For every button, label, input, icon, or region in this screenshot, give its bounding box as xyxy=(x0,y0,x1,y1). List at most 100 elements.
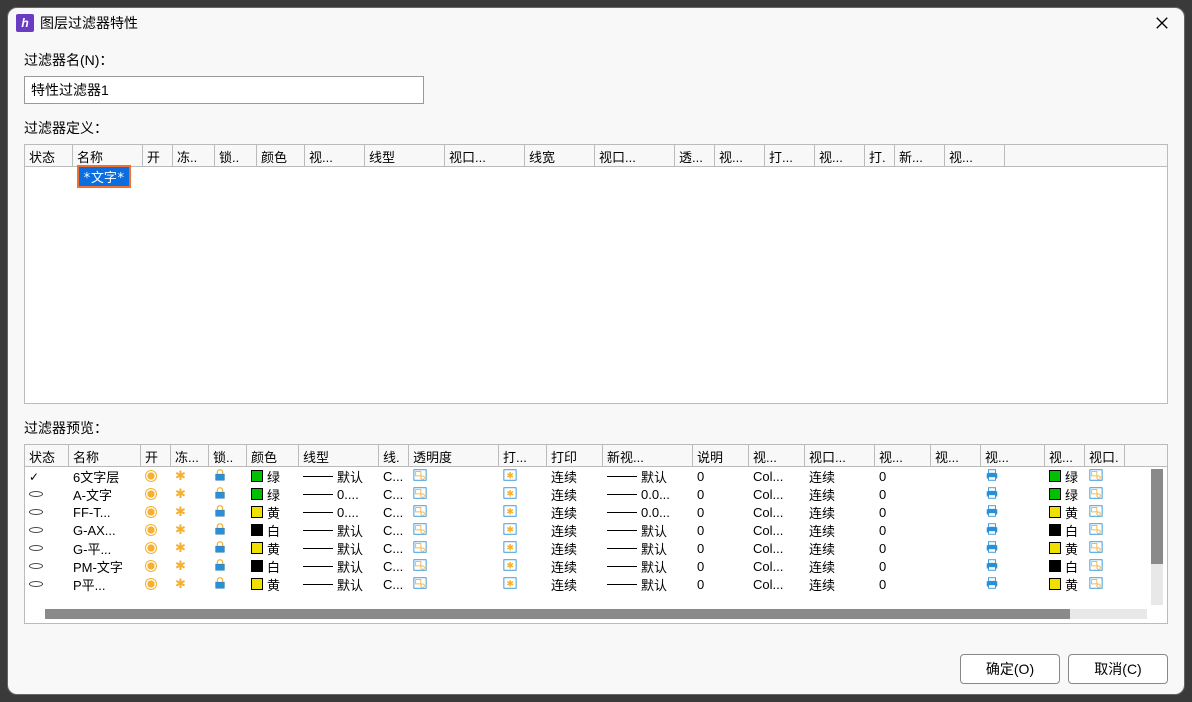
svg-text:✱: ✱ xyxy=(506,542,513,552)
def-name-cell[interactable]: *文字* xyxy=(77,165,131,188)
viewport-icon xyxy=(413,540,427,557)
column-header[interactable]: 打... xyxy=(765,145,815,166)
color-swatch xyxy=(1049,524,1061,536)
layer-name: PM-文字 xyxy=(73,557,123,576)
viewport-icon xyxy=(1089,576,1103,593)
def-empty-row[interactable] xyxy=(25,185,1100,203)
color-swatch xyxy=(251,524,263,536)
layer-name: G-平... xyxy=(73,539,111,558)
color-swatch xyxy=(1049,560,1061,572)
column-header[interactable]: 开 xyxy=(143,145,173,166)
ok-button[interactable]: 确定(O) xyxy=(960,654,1060,684)
filter-def-grid[interactable]: 状态名称开冻..锁..颜色视...线型视口...线宽视口...透...视...打… xyxy=(24,144,1168,404)
def-grid-body: *文字* xyxy=(25,167,1167,203)
svg-text:✱: ✱ xyxy=(506,560,513,570)
column-header[interactable]: 视口. xyxy=(1085,445,1125,466)
linetype-icon xyxy=(607,548,637,549)
column-header[interactable]: 冻.. xyxy=(173,145,215,166)
column-header[interactable]: 颜色 xyxy=(257,145,305,166)
viewport-freeze-icon: ✱ xyxy=(503,576,517,593)
column-header[interactable]: 线宽 xyxy=(525,145,595,166)
column-header[interactable]: 视... xyxy=(875,445,931,466)
status-layer-icon xyxy=(29,527,43,533)
column-header[interactable]: 视... xyxy=(931,445,981,466)
column-header[interactable]: 视... xyxy=(1045,445,1085,466)
viewport-icon xyxy=(413,522,427,539)
column-header[interactable]: 视... xyxy=(815,145,865,166)
status-layer-icon xyxy=(29,581,43,587)
column-header[interactable]: 视口... xyxy=(595,145,675,166)
lock-icon xyxy=(213,576,227,593)
linetype-icon xyxy=(607,494,637,495)
column-header[interactable]: 冻... xyxy=(171,445,209,466)
printer-icon xyxy=(985,522,999,539)
column-header[interactable]: 线型 xyxy=(299,445,379,466)
snowflake-icon: ✱ xyxy=(175,542,187,554)
status-layer-icon xyxy=(29,563,43,569)
column-header[interactable]: 视... xyxy=(945,145,1005,166)
column-header[interactable]: 视... xyxy=(305,145,365,166)
lock-icon xyxy=(213,540,227,557)
status-check-icon xyxy=(29,469,39,484)
cancel-button[interactable]: 取消(C) xyxy=(1068,654,1168,684)
filter-prev-grid[interactable]: 状态名称开冻...锁..颜色线型线.透明度打...打印新视...说明视...视口… xyxy=(24,444,1168,624)
column-header[interactable]: 打... xyxy=(499,445,547,466)
linetype-icon xyxy=(303,494,333,495)
column-header[interactable]: 视口... xyxy=(445,145,525,166)
column-header[interactable]: 开 xyxy=(141,445,171,466)
horizontal-scrollbar[interactable] xyxy=(45,609,1147,619)
dialog-footer: 确定(O) 取消(C) xyxy=(8,644,1184,694)
close-button[interactable] xyxy=(1148,11,1176,35)
lock-icon xyxy=(213,558,227,575)
table-row[interactable]: A-文字✱绿0....C...✱连续0.0...0Col...连续0绿 xyxy=(25,485,1167,503)
column-header[interactable]: 锁.. xyxy=(215,145,257,166)
scrollbar-thumb[interactable] xyxy=(1151,469,1163,564)
table-row[interactable]: FF-T...✱黄0....C...✱连续0.0...0Col...连续0黄 xyxy=(25,503,1167,521)
dialog-title: 图层过滤器特性 xyxy=(40,13,138,33)
snowflake-icon: ✱ xyxy=(175,506,187,518)
column-header[interactable]: 视... xyxy=(981,445,1045,466)
column-header[interactable]: 名称 xyxy=(73,145,143,166)
viewport-freeze-icon: ✱ xyxy=(503,468,517,485)
column-header[interactable]: 新... xyxy=(895,145,945,166)
column-header[interactable]: 说明 xyxy=(693,445,749,466)
viewport-freeze-icon: ✱ xyxy=(503,540,517,557)
viewport-freeze-icon: ✱ xyxy=(503,486,517,503)
filter-name-input[interactable] xyxy=(24,76,424,104)
column-header[interactable]: 视... xyxy=(715,145,765,166)
table-row[interactable]: G-AX...✱白默认C...✱连续默认0Col...连续0白 xyxy=(25,521,1167,539)
column-header[interactable]: 新视... xyxy=(603,445,693,466)
def-row[interactable]: *文字* xyxy=(25,167,1167,185)
printer-icon xyxy=(985,504,999,521)
table-row[interactable]: PM-文字✱白默认C...✱连续默认0Col...连续0白 xyxy=(25,557,1167,575)
column-header[interactable]: 打. xyxy=(865,145,895,166)
table-row[interactable]: G-平...✱黄默认C...✱连续默认0Col...连续0黄 xyxy=(25,539,1167,557)
table-row[interactable]: 6文字层✱绿默认C...✱连续默认0Col...连续0绿 xyxy=(25,467,1167,485)
viewport-freeze-icon: ✱ xyxy=(503,522,517,539)
column-header[interactable]: 线型 xyxy=(365,145,445,166)
linetype-icon xyxy=(607,476,637,477)
column-header[interactable]: 状态 xyxy=(25,145,73,166)
column-header[interactable]: 线. xyxy=(379,445,409,466)
color-swatch xyxy=(251,578,263,590)
lock-icon xyxy=(213,522,227,539)
column-header[interactable]: 透... xyxy=(675,145,715,166)
column-header[interactable]: 锁.. xyxy=(209,445,247,466)
column-header[interactable]: 状态 xyxy=(25,445,69,466)
viewport-icon xyxy=(413,504,427,521)
color-swatch xyxy=(251,470,263,482)
column-header[interactable]: 视口... xyxy=(805,445,875,466)
snowflake-icon: ✱ xyxy=(175,560,187,572)
table-row[interactable]: P平...✱黄默认C...✱连续默认0Col...连续0黄 xyxy=(25,575,1167,593)
snowflake-icon: ✱ xyxy=(175,488,187,500)
column-header[interactable]: 视... xyxy=(749,445,805,466)
column-header[interactable]: 名称 xyxy=(69,445,141,466)
color-swatch xyxy=(251,506,263,518)
scrollbar-thumb[interactable] xyxy=(45,609,1070,619)
filter-prev-label: 过滤器预览： xyxy=(24,418,1168,438)
column-header[interactable]: 颜色 xyxy=(247,445,299,466)
column-header[interactable]: 透明度 xyxy=(409,445,499,466)
def-grid-header: 状态名称开冻..锁..颜色视...线型视口...线宽视口...透...视...打… xyxy=(25,145,1167,167)
column-header[interactable]: 打印 xyxy=(547,445,603,466)
vertical-scrollbar[interactable] xyxy=(1151,469,1163,605)
